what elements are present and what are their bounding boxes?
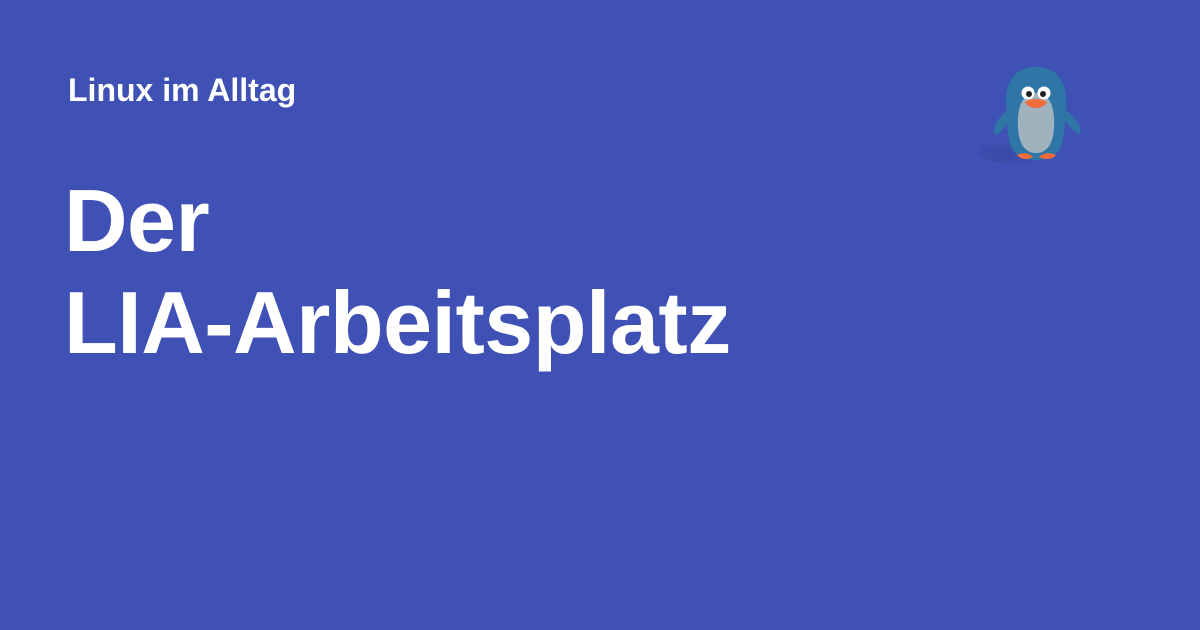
- page-title-line-2: LIA-Arbeitsplatz: [64, 273, 731, 372]
- penguin-icon: [978, 67, 1081, 164]
- penguin-right-flipper: [1063, 110, 1081, 135]
- penguin-eye-right-pupil: [1040, 91, 1046, 97]
- penguin-eye-left-pupil: [1026, 91, 1032, 97]
- site-name: Linux im Alltag: [68, 72, 297, 108]
- social-card: Linux im Alltag Der LIA-Arbeitsplatz: [0, 0, 1200, 630]
- page-title: Der LIA-Arbeitsplatz: [64, 170, 731, 374]
- page-title-line-1: Der: [64, 171, 210, 270]
